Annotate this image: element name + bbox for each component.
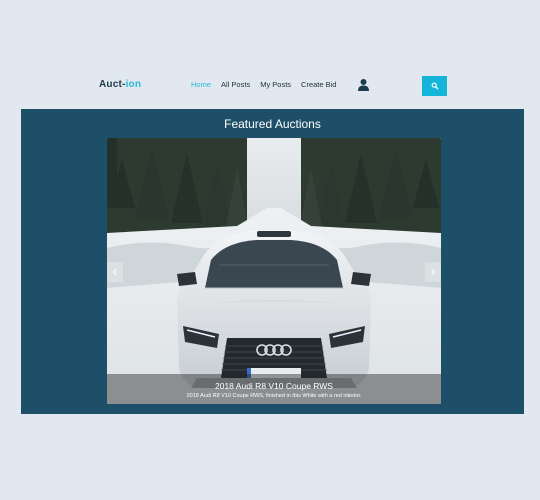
slide-description: 2018 Audi R8 V10 Coupe RWS, finished in … [186,393,362,399]
user-icon[interactable] [357,78,370,92]
nav-links: Home All Posts My Posts Create Bid [191,80,336,89]
nav-my-posts[interactable]: My Posts [260,80,291,89]
featured-title: Featured Auctions [224,117,321,131]
carousel-prev-button[interactable] [107,262,123,282]
slide-image [107,138,441,404]
featured-carousel: 2018 Audi R8 V10 Coupe RWS 2018 Audi R8 … [107,138,441,404]
chevron-left-icon [112,268,117,276]
chevron-right-icon [431,268,436,276]
brand-name-part1: Auct- [99,79,126,90]
brand-logo[interactable]: Auct-ion [99,79,141,90]
search-icon [431,82,438,90]
nav-create-bid[interactable]: Create Bid [301,80,336,89]
carousel-next-button[interactable] [425,262,441,282]
nav-all-posts[interactable]: All Posts [221,80,250,89]
navbar: Auct-ion Home All Posts My Posts Create … [0,70,540,102]
search-button[interactable] [422,76,447,96]
featured-auctions-section: Featured Auctions 2018 Audi R8 V10 Coupe… [21,109,524,414]
brand-name-part2: ion [125,79,142,90]
nav-home[interactable]: Home [191,80,211,89]
slide-title: 2018 Audi R8 V10 Coupe RWS [215,381,333,391]
